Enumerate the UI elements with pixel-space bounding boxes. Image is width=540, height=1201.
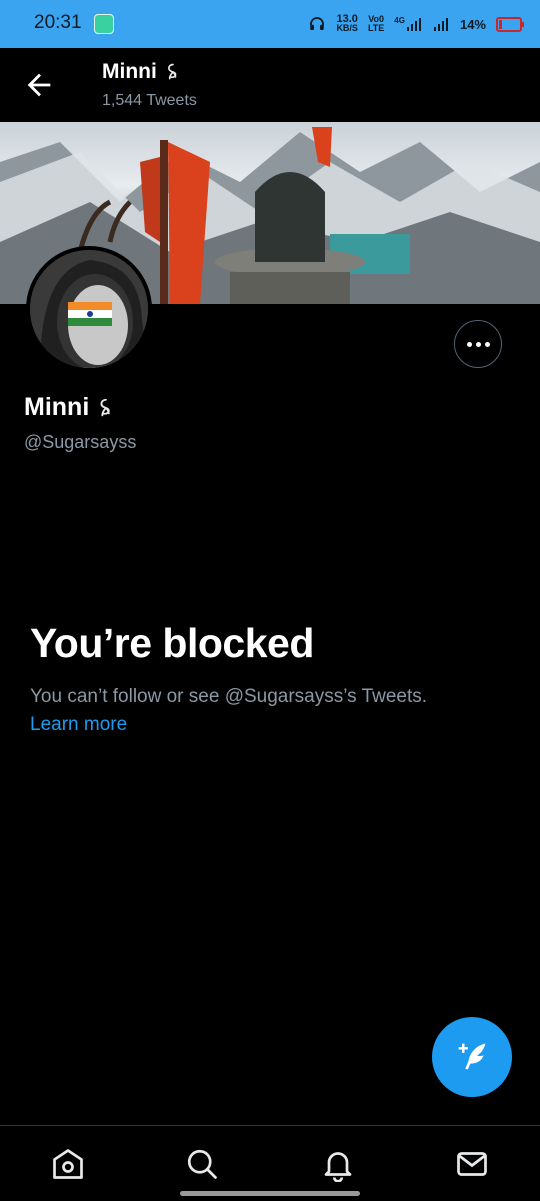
headphones-icon — [310, 17, 325, 30]
messages-mail-icon[interactable] — [454, 1146, 490, 1182]
net-speed: 13.0 KB/S — [336, 13, 358, 33]
back-arrow-icon[interactable] — [22, 68, 56, 102]
bottom-navigation — [0, 1125, 540, 1201]
volte-indicator: Vo0 LTE — [367, 14, 385, 33]
learn-more-link[interactable]: Learn more — [30, 714, 127, 736]
status-time: 20:31 — [34, 12, 82, 33]
search-icon[interactable] — [184, 1146, 220, 1182]
compose-feather-icon — [458, 1043, 486, 1070]
battery-percent: 14% — [459, 16, 486, 32]
profile-avatar[interactable] — [26, 246, 152, 372]
blocked-title: You’re blocked — [30, 620, 314, 666]
notification-app-icon — [94, 14, 114, 34]
status-bar: 20:31 13.0 KB/S Vo0 LTE 4G 14% — [0, 0, 540, 48]
battery-icon — [496, 16, 524, 32]
header-name: Minni — [102, 60, 183, 84]
ribbon-emoji-icon — [100, 398, 110, 416]
more-dot — [484, 341, 490, 347]
gesture-home-indicator[interactable] — [180, 1191, 360, 1196]
avatar-image — [30, 250, 148, 368]
notifications-bell-icon[interactable] — [320, 1146, 356, 1182]
profile-name: Minni — [24, 393, 117, 422]
compose-tweet-button[interactable] — [432, 1017, 512, 1097]
signal-icon — [406, 18, 421, 31]
more-options-button[interactable] — [454, 320, 502, 368]
signal-icon-2 — [433, 18, 448, 31]
profile-handle: @Sugarsayss — [24, 432, 137, 452]
home-icon[interactable] — [50, 1146, 86, 1182]
more-dot — [475, 341, 481, 347]
signal-4g: 4G — [394, 16, 422, 32]
more-dots-icon — [466, 341, 472, 347]
status-icons: 13.0 KB/S Vo0 LTE 4G 14% — [308, 10, 524, 38]
tweet-count: 1,544 Tweets — [102, 92, 197, 109]
ribbon-emoji-icon — [167, 63, 177, 80]
blocked-description: You can’t follow or see @Sugarsayss’s Tw… — [30, 686, 428, 707]
